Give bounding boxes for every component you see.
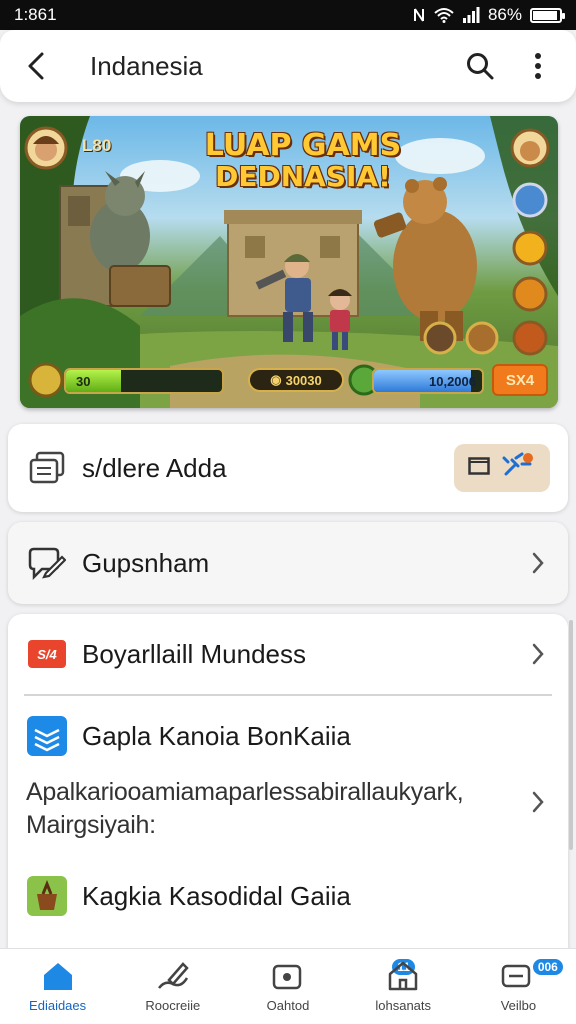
mana-value: 10,2006 bbox=[429, 373, 476, 389]
coin-value: 30030 bbox=[285, 372, 322, 388]
list-item-label: Boyarllaill Mundess bbox=[82, 638, 306, 669]
list-item-gapla[interactable]: Gapla Kanoia BonKaiia bbox=[8, 696, 568, 776]
gupsnham-label: Gupsnham bbox=[82, 547, 210, 578]
overflow-menu-button[interactable] bbox=[516, 44, 560, 88]
scrollbar[interactable] bbox=[569, 620, 573, 850]
sider-actions bbox=[454, 444, 550, 492]
nfc-icon bbox=[413, 8, 424, 22]
nav-item-camera[interactable]: 11 Oahtod bbox=[230, 949, 418, 1024]
nav-badge: 006 bbox=[530, 957, 565, 977]
coin-icon: ◉ bbox=[270, 372, 282, 387]
stack-icon bbox=[26, 447, 68, 489]
list-item-description[interactable]: Apalkariooamiamaparlessabirallaukyark, M… bbox=[8, 776, 568, 856]
chevron-left-icon bbox=[28, 52, 44, 80]
window-icon[interactable] bbox=[468, 456, 490, 480]
status-icons: 86% bbox=[412, 5, 565, 25]
more-vertical-icon bbox=[535, 53, 541, 79]
battery-icon bbox=[530, 7, 565, 23]
list-item-boyarllaill[interactable]: S/4 Boyarllaill Mundess bbox=[8, 614, 568, 694]
wifi-icon bbox=[434, 8, 454, 23]
nav-item-house[interactable]: lohsanats bbox=[346, 949, 461, 1024]
search-button[interactable] bbox=[458, 44, 502, 88]
back-button[interactable] bbox=[16, 46, 56, 86]
chevron-right-icon bbox=[526, 642, 550, 666]
bottom-navigation: Ediaidaes Roocreiie 11 Oahtod lohsanats … bbox=[0, 948, 576, 1024]
health-bar: 30 bbox=[64, 368, 224, 394]
page-title: Indanesia bbox=[90, 50, 203, 81]
nav-label: Veilbo bbox=[500, 998, 537, 1013]
status-bar: 1:861 86% bbox=[0, 0, 576, 30]
sm-logo-icon: S/4 bbox=[26, 633, 68, 675]
nav-label: lohsanats bbox=[375, 998, 432, 1013]
multiplier-button[interactable]: SX4 bbox=[492, 364, 548, 396]
health-value: 30 bbox=[76, 373, 91, 389]
chevron-right-icon bbox=[526, 790, 550, 814]
list-item-label: Kagkia Kasodidal Gaiia bbox=[82, 880, 351, 911]
house-outline-icon bbox=[388, 961, 418, 991]
list-item-kagkia[interactable]: Kagkia Kasodidal Gaiia bbox=[8, 856, 568, 936]
nav-label: Ediaidaes bbox=[29, 998, 87, 1013]
sm-logo-badge: S/4 bbox=[28, 640, 66, 668]
chevron-right-icon bbox=[526, 551, 550, 575]
sider-card[interactable]: s/dlere Adda bbox=[8, 424, 568, 512]
nav-item-edit[interactable]: Roocreiie bbox=[115, 949, 230, 1024]
status-time: 1:861 bbox=[14, 5, 57, 24]
app-bar: Indanesia bbox=[0, 30, 576, 102]
battery-percent: 86% bbox=[487, 5, 522, 24]
sparkle-wand-icon[interactable] bbox=[502, 452, 536, 485]
sider-label: s/dlere Adda bbox=[82, 452, 227, 483]
game-title-line2: DEDNASIA! bbox=[215, 159, 391, 193]
nav-item-home[interactable]: Ediaidaes bbox=[0, 949, 115, 1024]
game-banner[interactable]: L80 LUAP GAMS DEDNASIA! 30 ◉ 30030 10,200… bbox=[20, 116, 558, 408]
search-icon bbox=[467, 53, 494, 80]
basket-app-icon bbox=[26, 875, 68, 917]
nav-item-profile[interactable]: 006 Veilbo bbox=[461, 949, 576, 1024]
coin-counter: ◉ 30030 bbox=[248, 368, 344, 392]
signal-icon bbox=[462, 7, 480, 23]
level-badge: L80 bbox=[82, 136, 112, 155]
edit-pen-icon bbox=[157, 962, 189, 989]
layers-app-icon bbox=[26, 715, 68, 757]
home-icon bbox=[43, 963, 72, 990]
gupsnham-card[interactable]: Gupsnham bbox=[8, 522, 568, 604]
camera-badge-icon bbox=[272, 964, 302, 990]
nav-label: Roocreiie bbox=[145, 998, 201, 1013]
list-item-label: Gapla Kanoia BonKaiia bbox=[82, 720, 351, 751]
game-title: LUAP GAMS DEDNASIA! bbox=[198, 130, 408, 191]
chat-edit-icon bbox=[26, 542, 68, 584]
description-text: Apalkariooamiamaparlessabirallaukyark, M… bbox=[26, 778, 464, 839]
game-title-line1: LUAP GAMS bbox=[204, 128, 402, 163]
nav-label: Oahtod bbox=[266, 998, 310, 1013]
mana-bar: 10,2006 bbox=[372, 368, 484, 394]
apps-list-card: S/4 Boyarllaill Mundess Gapla Kanoia Bon… bbox=[8, 614, 568, 954]
